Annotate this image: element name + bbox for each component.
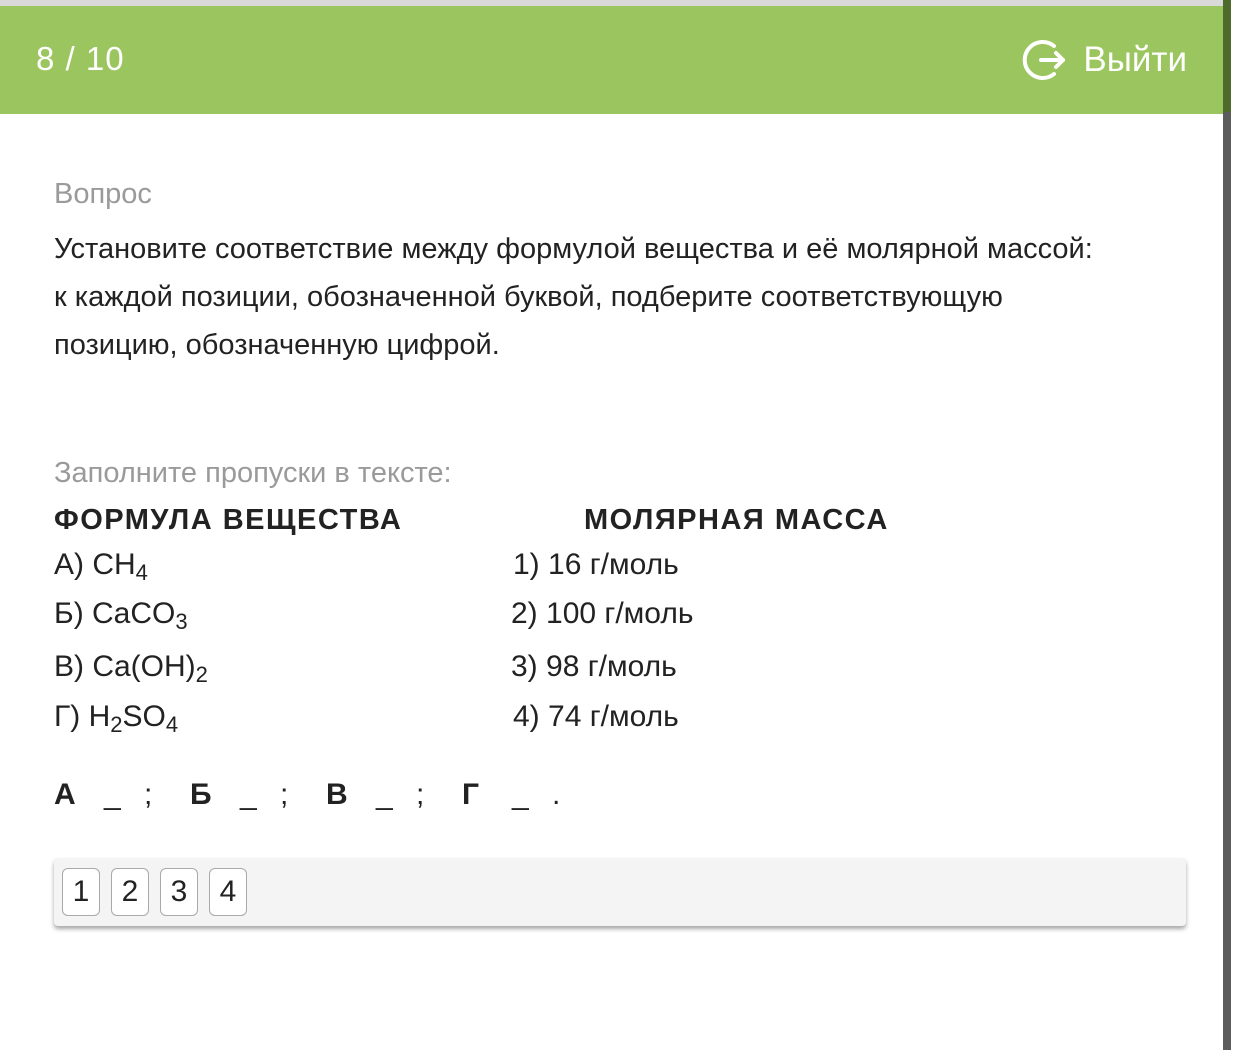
answer-separator: ; (144, 778, 153, 811)
fill-hint: Заполните пропуски в тексте: (54, 457, 452, 489)
scrollbar-track-top (1223, 0, 1231, 112)
answer-blank-g[interactable]: _ (512, 778, 552, 812)
answer-letter-v: В (326, 778, 348, 811)
answer-letter-b: Б (190, 778, 212, 811)
formula-item-b: Б) CaCO3 (54, 597, 188, 634)
answer-blank-b[interactable]: _ (240, 778, 280, 812)
formula-item-v: В) Ca(OH)2 (54, 650, 208, 687)
answer-blank-v[interactable]: _ (376, 778, 416, 812)
formula-item-a: А) CH4 (54, 548, 148, 585)
formula-item-g: Г) H2SO4 (54, 700, 179, 737)
question-content: Вопрос Установите соответствие между фор… (54, 178, 1186, 926)
question-text: Установите соответствие между формулой в… (54, 233, 1093, 361)
exit-label: Выйти (1083, 40, 1187, 79)
option-chip-4[interactable]: 4 (209, 868, 247, 916)
exit-button[interactable]: Выйти (1021, 36, 1187, 84)
answer-line: А _ ; Б _ ; В _ ; Г _ . (54, 778, 1184, 818)
answer-letter-a: А (54, 778, 76, 811)
option-chip-1[interactable]: 1 (62, 868, 100, 916)
scrollbar[interactable] (1223, 0, 1231, 1050)
question-section-label: Вопрос (54, 178, 152, 210)
matching-table: ФОРМУЛА ВЕЩЕСТВА МОЛЯРНАЯ МАССА А) CH4 Б… (54, 504, 1184, 744)
option-chip-3[interactable]: 3 (160, 868, 198, 916)
mass-column-header: МОЛЯРНАЯ МАССА (584, 504, 889, 536)
answer-blank-a[interactable]: _ (104, 778, 144, 812)
mass-item-2: 2) 100 г/моль (511, 597, 694, 630)
mass-item-4: 4) 74 г/моль (513, 700, 679, 733)
answer-separator: ; (280, 778, 289, 811)
quiz-header: 8 / 10 Выйти (0, 6, 1225, 114)
answer-options-tray: 1 2 3 4 (54, 858, 1186, 926)
answer-letter-g: Г (462, 778, 480, 811)
answer-terminator: . (552, 778, 561, 811)
logout-icon (1021, 36, 1069, 84)
question-progress: 8 / 10 (36, 40, 125, 77)
answer-separator: ; (416, 778, 425, 811)
option-chip-2[interactable]: 2 (111, 868, 149, 916)
quiz-page: 8 / 10 Выйти Вопрос Установите соответст… (0, 0, 1241, 1050)
mass-item-3: 3) 98 г/моль (511, 650, 677, 683)
formula-column-header: ФОРМУЛА ВЕЩЕСТВА (54, 504, 403, 536)
mass-item-1: 1) 16 г/моль (513, 548, 679, 581)
